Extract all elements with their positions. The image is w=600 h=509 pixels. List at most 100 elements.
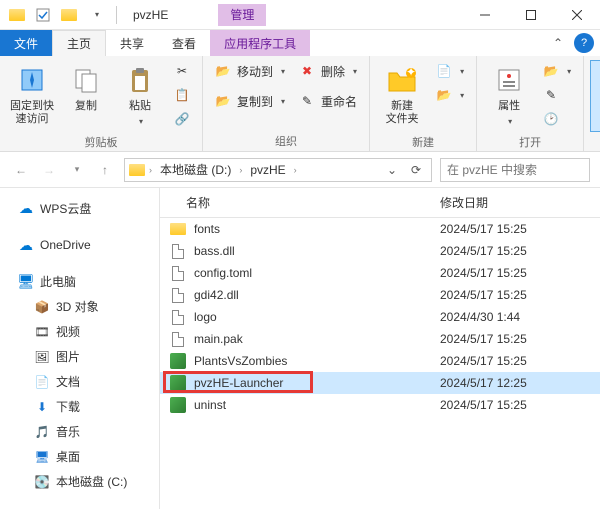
sidebar-item-desktop[interactable]: 🖥桌面 [0, 444, 159, 469]
rename-label: 重命名 [321, 93, 357, 110]
chevron-right-icon[interactable]: › [149, 165, 152, 175]
drive-icon: 💽 [34, 474, 50, 490]
cut-button[interactable]: ✂ [168, 60, 196, 82]
paste-button[interactable]: 粘贴 ▾ [114, 60, 166, 132]
sidebar-item-c-drive[interactable]: 💽 本地磁盘 (C:) [0, 469, 159, 494]
search-input[interactable] [440, 158, 590, 182]
sidebar-item-pictures[interactable]: 🖼图片 [0, 344, 159, 369]
back-button[interactable]: ← [10, 159, 32, 181]
window-title: pvzHE [125, 8, 176, 22]
file-icon [170, 243, 186, 259]
file-row[interactable]: config.toml2024/5/17 15:25 [160, 262, 600, 284]
properties-icon [493, 64, 525, 96]
sidebar-item-downloads[interactable]: ⬇下载 [0, 394, 159, 419]
move-to-label: 移动到 [237, 63, 273, 80]
select-button[interactable]: 选择 ▾ [590, 60, 600, 132]
file-row[interactable]: fonts2024/5/17 15:25 [160, 218, 600, 240]
file-row[interactable]: PlantsVsZombies2024/5/17 15:25 [160, 350, 600, 372]
edit-button[interactable]: ✎ [537, 84, 577, 106]
app-icon [170, 375, 186, 391]
sidebar-item-label: OneDrive [40, 238, 91, 252]
tab-share[interactable]: 共享 [106, 30, 158, 56]
maximize-button[interactable] [508, 0, 554, 30]
breadcrumb-root[interactable]: 本地磁盘 (D:) [156, 161, 235, 178]
video-icon: 🎞 [34, 324, 50, 340]
file-name-label: config.toml [194, 266, 252, 280]
new-item-button[interactable]: 📄▾ [430, 60, 470, 82]
up-button[interactable]: ↑ [94, 159, 116, 181]
file-row[interactable]: bass.dll2024/5/17 15:25 [160, 240, 600, 262]
sidebar-item-label: 视频 [56, 323, 80, 340]
forward-button[interactable]: → [38, 159, 60, 181]
file-row[interactable]: pvzHE-Launcher2024/5/17 12:25 [160, 372, 600, 394]
address-dropdown-button[interactable]: ⌄ [381, 159, 403, 181]
qat-checkbox-icon[interactable] [32, 4, 54, 26]
sidebar-item-3d-objects[interactable]: 📦3D 对象 [0, 294, 159, 319]
sidebar-item-label: 本地磁盘 (C:) [56, 473, 127, 490]
address-bar[interactable]: › 本地磁盘 (D:) › pvzHE › ⌄ ⟳ [124, 158, 432, 182]
tab-home[interactable]: 主页 [52, 30, 106, 56]
delete-button[interactable]: ✖删除▾ [293, 60, 363, 82]
ribbon: 固定到快 速访问 复制 粘贴 ▾ ✂ 📋 🔗 剪贴板 📂移动到▾ 📂复制到 [0, 56, 600, 152]
chevron-right-icon[interactable]: › [239, 165, 242, 175]
rename-button[interactable]: ✎重命名 [293, 90, 363, 112]
file-icon [170, 309, 186, 325]
new-folder-label: 新建 文件夹 [386, 100, 419, 126]
group-label-clipboard: 剪贴板 [6, 132, 196, 150]
breadcrumb-root-label: 本地磁盘 (D:) [160, 161, 231, 178]
pin-to-quick-access-button[interactable]: 固定到快 速访问 [6, 60, 58, 132]
copy-to-button[interactable]: 📂复制到▾ [209, 90, 291, 112]
file-name-label: main.pak [194, 332, 243, 346]
open-button[interactable]: 📂▾ [537, 60, 577, 82]
file-row[interactable]: main.pak2024/5/17 15:25 [160, 328, 600, 350]
tab-view[interactable]: 查看 [158, 30, 210, 56]
breadcrumb-folder[interactable]: pvzHE [246, 163, 289, 177]
file-row[interactable]: gdi42.dll2024/5/17 15:25 [160, 284, 600, 306]
file-name-label: uninst [194, 398, 226, 412]
chevron-right-icon[interactable]: › [294, 165, 297, 175]
navigation-pane: ☁WPS云盘 ☁OneDrive 🖥此电脑 📦3D 对象 🎞 视频 🖼图片 📄文档… [0, 188, 160, 509]
copy-label: 复制 [75, 100, 97, 113]
title-bar: ▾ pvzHE 管理 [0, 0, 600, 30]
paste-icon [124, 64, 156, 96]
delete-icon: ✖ [299, 63, 315, 79]
folder-icon [129, 164, 145, 176]
recent-locations-button[interactable]: ▾ [66, 159, 88, 181]
copy-button[interactable]: 复制 [60, 60, 112, 132]
ribbon-collapse-button[interactable]: ⌃ [546, 31, 570, 55]
sidebar-item-this-pc[interactable]: 🖥此电脑 [0, 269, 159, 294]
tab-file[interactable]: 文件 [0, 30, 52, 56]
sidebar-item-onedrive[interactable]: ☁OneDrive [0, 233, 159, 257]
column-name-header[interactable]: 名称 [160, 194, 440, 211]
sidebar-item-documents[interactable]: 📄文档 [0, 369, 159, 394]
sidebar-item-music[interactable]: 🎵音乐 [0, 419, 159, 444]
sidebar-item-wps[interactable]: ☁WPS云盘 [0, 196, 159, 221]
history-button[interactable]: 🕑 [537, 108, 577, 130]
column-date-header[interactable]: 修改日期 [440, 194, 600, 211]
refresh-button[interactable]: ⟳ [405, 159, 427, 181]
tab-app-tools[interactable]: 应用程序工具 [210, 30, 310, 56]
qat-dropdown-icon[interactable]: ▾ [86, 4, 108, 26]
move-to-button[interactable]: 📂移动到▾ [209, 60, 291, 82]
file-row[interactable]: uninst 2024/5/17 15:25 [160, 394, 600, 416]
file-row[interactable]: logo2024/4/30 1:44 [160, 306, 600, 328]
copy-path-button[interactable]: 📋 [168, 84, 196, 106]
properties-label: 属性 [498, 100, 520, 113]
file-name-label: logo [194, 310, 217, 324]
properties-button[interactable]: 属性 ▾ [483, 60, 535, 132]
file-date-label: 2024/5/17 15:25 [440, 354, 600, 368]
help-button[interactable]: ? [574, 33, 594, 53]
paste-shortcut-button[interactable]: 🔗 [168, 108, 196, 130]
sidebar-item-videos[interactable]: 🎞 视频 [0, 319, 159, 344]
new-folder-button[interactable]: ✦ 新建 文件夹 [376, 60, 428, 132]
pc-icon: 🖥 [18, 274, 34, 290]
group-label-new: 新建 [376, 132, 470, 150]
group-label-open: 打开 [483, 132, 577, 150]
file-date-label: 2024/5/17 15:25 [440, 398, 600, 412]
minimize-button[interactable] [462, 0, 508, 30]
path-icon: 📋 [174, 87, 190, 103]
easy-access-button[interactable]: 📂▾ [430, 84, 470, 106]
file-date-label: 2024/5/17 15:25 [440, 244, 600, 258]
close-button[interactable] [554, 0, 600, 30]
sidebar-item-label: 下载 [56, 398, 80, 415]
